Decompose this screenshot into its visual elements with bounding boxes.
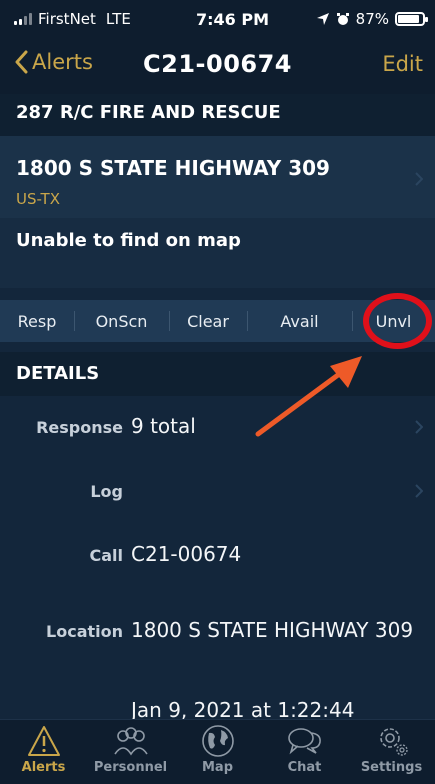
navigation-bar: Alerts C21-00674 Edit: [0, 38, 435, 94]
warning-triangle-icon: [27, 726, 60, 756]
globe-icon: [201, 725, 234, 757]
detail-value: C21-00674: [131, 542, 242, 566]
chat-bubbles-icon: [287, 728, 321, 755]
detail-label: Log: [90, 482, 123, 501]
tab-label: Settings: [360, 760, 423, 775]
address-cell[interactable]: 1800 S STATE HIGHWAY 309 US-TX: [0, 136, 435, 218]
edit-button[interactable]: Edit: [382, 52, 423, 76]
clear-button[interactable]: Clear: [169, 300, 247, 342]
tab-label: Personnel: [93, 760, 168, 775]
detail-value: 9 total: [131, 414, 196, 438]
tab-alerts[interactable]: Alerts: [0, 720, 87, 784]
tab-settings[interactable]: Settings: [348, 720, 435, 784]
battery-icon: [395, 12, 428, 26]
carrier-info: FirstNet LTE: [14, 10, 131, 28]
page-title: C21-00674: [143, 50, 292, 78]
detail-value: 1800 S STATE HIGHWAY 309: [131, 618, 414, 642]
tab-personnel[interactable]: Personnel: [87, 720, 174, 784]
tab-bar: Alerts Personnel Map Chat Settings: [0, 719, 435, 784]
tab-label: Chat: [287, 760, 322, 775]
detail-row-location: Location 1800 S STATE HIGHWAY 309: [0, 600, 435, 664]
chevron-right-icon: [415, 420, 423, 434]
carrier-name: FirstNet: [38, 10, 96, 28]
tab-label: Map: [201, 760, 233, 775]
detail-label: Location: [46, 622, 123, 641]
network-type: LTE: [105, 10, 131, 28]
gear-icon: [379, 728, 408, 756]
highlight-circle: [363, 293, 432, 349]
address-line: 1800 S STATE HIGHWAY 309: [16, 156, 330, 180]
tab-chat[interactable]: Chat: [261, 720, 348, 784]
tab-map[interactable]: Map: [174, 720, 261, 784]
status-bar: FirstNet LTE 7:46 PM 87%: [0, 0, 435, 38]
address-state: US-TX: [16, 190, 60, 208]
avail-button[interactable]: Avail: [247, 300, 352, 342]
detail-label: Call: [89, 546, 123, 565]
resp-button[interactable]: Resp: [0, 300, 74, 342]
alarm-clock-icon: [336, 13, 349, 25]
map-status-message: Unable to find on map: [0, 218, 435, 288]
detail-label: Response: [36, 418, 123, 437]
chevron-right-icon: [415, 172, 423, 186]
location-arrow-icon: [316, 13, 329, 25]
chevron-right-icon: [415, 484, 423, 498]
agency-header: 287 R/C FIRE AND RESCUE: [0, 94, 435, 136]
tab-label: Alerts: [21, 760, 66, 775]
people-group-icon: [113, 727, 148, 756]
battery-percent: 87%: [355, 10, 389, 28]
onscn-button[interactable]: OnScn: [74, 300, 169, 342]
clock: 7:46 PM: [196, 10, 270, 29]
detail-row-log[interactable]: Log: [0, 460, 435, 524]
annotation-arrow-icon: [255, 356, 362, 437]
signal-strength-icon: [14, 13, 32, 25]
detail-row-call: Call C21-00674: [0, 524, 435, 588]
